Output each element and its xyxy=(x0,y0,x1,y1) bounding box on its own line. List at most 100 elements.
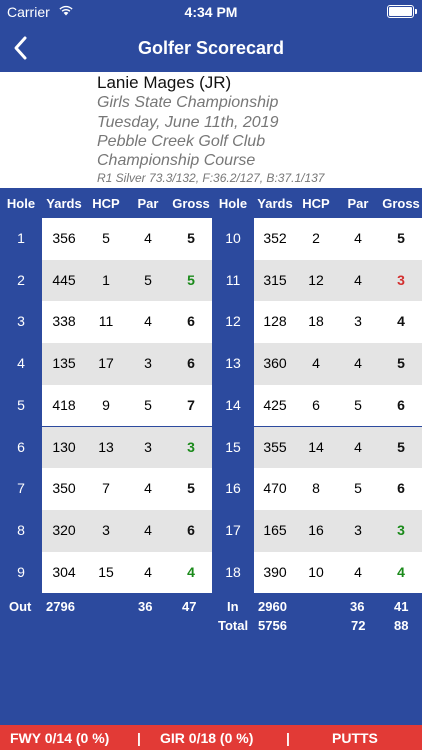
col-header-yards: Yards xyxy=(46,196,82,211)
front-hcp-cell: 13 xyxy=(98,438,114,455)
back-hcp-cell: 2 xyxy=(312,230,320,246)
front-hcp-cell: 17 xyxy=(98,355,114,372)
back-gross-cell: 5 xyxy=(397,438,405,455)
back-hole-cell: 16 xyxy=(225,480,241,497)
in-gross: 41 xyxy=(394,599,409,614)
back-yards-cell: 352 xyxy=(263,230,287,246)
front-hole-cell: 6 xyxy=(17,438,25,455)
front-hole-cell: 7 xyxy=(17,480,25,497)
back-yards-cell: 425 xyxy=(263,396,287,413)
fwy-stat[interactable]: FWY 0/14 (0 %) xyxy=(10,730,109,746)
scorecard-totals: Out 2796 36 47 In 2960 36 41 Total 5756 … xyxy=(0,596,422,640)
front-yards-cell: 338 xyxy=(52,313,76,330)
back-hcp-cell: 4 xyxy=(312,355,320,372)
back-yards-cell: 355 xyxy=(263,438,287,455)
back-par-cell: 4 xyxy=(354,230,362,246)
front-hole-cell: 4 xyxy=(17,355,25,372)
back-gross-cell: 6 xyxy=(397,396,405,413)
front-yards-cell: 135 xyxy=(52,355,76,372)
putts-tab[interactable]: PUTTS xyxy=(332,730,378,746)
back-hcp-cell: 12 xyxy=(308,271,324,288)
front-hcp-cell: 15 xyxy=(98,563,114,580)
back-hcp-cell: 16 xyxy=(308,521,324,538)
front-gross-cell: 5 xyxy=(187,230,195,246)
col-header-yards: Yards xyxy=(257,196,293,211)
front-yards-cell: 320 xyxy=(52,521,76,538)
front-hcp-cell: 1 xyxy=(102,271,110,288)
back-par-cell: 4 xyxy=(354,438,362,455)
golfer-info-panel: Lanie Mages (JR) Girls State Championshi… xyxy=(0,72,422,188)
back-gross-cell: 4 xyxy=(397,563,405,580)
event-date: Tuesday, June 11th, 2019 xyxy=(97,114,279,131)
front-gross-cell: 6 xyxy=(187,355,195,372)
front-gross-cell: 7 xyxy=(187,396,195,413)
front-yards-cell: 445 xyxy=(52,271,76,288)
front-gross-cell: 3 xyxy=(187,438,195,455)
back-hole-cell: 12 xyxy=(225,313,241,330)
back-yards-cell: 315 xyxy=(263,271,287,288)
front-gross-cell: 5 xyxy=(187,480,195,497)
front-par-cell: 4 xyxy=(144,521,152,538)
back-hole-cell: 11 xyxy=(225,271,241,288)
back-par-cell: 5 xyxy=(354,396,362,413)
back-par-cell: 4 xyxy=(354,563,362,580)
stats-bar: FWY 0/14 (0 %) | GIR 0/18 (0 %) | PUTTS xyxy=(0,725,422,750)
nav-bar: Golfer Scorecard xyxy=(0,24,422,72)
col-header-hole: Hole xyxy=(6,196,36,211)
back-hole-cell: 17 xyxy=(225,521,241,538)
front-hole-cell: 5 xyxy=(17,396,25,413)
front-hole-cell: 9 xyxy=(17,563,25,580)
back-yards-cell: 360 xyxy=(263,355,287,372)
in-label: In xyxy=(227,599,239,614)
front-yards-cell: 418 xyxy=(52,396,76,413)
front-gross-cell: 6 xyxy=(187,521,195,538)
back-par-cell: 4 xyxy=(354,271,362,288)
stats-separator: | xyxy=(286,730,290,746)
col-header-hole: Hole xyxy=(218,196,248,211)
front-hole-cell: 1 xyxy=(17,230,25,246)
front-hcp-cell: 7 xyxy=(102,480,110,497)
front-hcp-cell: 3 xyxy=(102,521,110,538)
col-header-par: Par xyxy=(137,196,159,211)
back-hole-cell: 15 xyxy=(225,438,241,455)
in-par: 36 xyxy=(350,599,365,614)
gir-stat[interactable]: GIR 0/18 (0 %) xyxy=(160,730,253,746)
stats-separator: | xyxy=(137,730,141,746)
back-gross-cell: 4 xyxy=(397,313,405,330)
status-time: 4:34 PM xyxy=(184,4,238,20)
front-par-cell: 4 xyxy=(144,563,152,580)
in-yards: 2960 xyxy=(258,599,287,614)
back-gross-cell: 3 xyxy=(397,521,405,538)
front-hole-cell: 8 xyxy=(17,521,25,538)
back-yards-cell: 390 xyxy=(263,563,287,580)
front-hole-cell: 3 xyxy=(17,313,25,330)
back-par-cell: 5 xyxy=(354,480,362,497)
back-hcp-cell: 18 xyxy=(308,313,324,330)
front-par-cell: 3 xyxy=(144,438,152,455)
club-name: Pebble Creek Golf Club xyxy=(97,133,266,150)
back-gross-cell: 3 xyxy=(397,271,405,288)
front-yards-cell: 304 xyxy=(52,563,76,580)
out-yards: 2796 xyxy=(46,599,75,614)
out-label: Out xyxy=(9,599,32,614)
back-gross-cell: 5 xyxy=(397,230,405,246)
back-hole-cell: 10 xyxy=(225,230,241,246)
front-gross-cell: 6 xyxy=(187,313,195,330)
status-bar: Carrier 4:34 PM xyxy=(0,0,422,24)
front-hole-cell: 2 xyxy=(17,271,25,288)
front-yards-cell: 350 xyxy=(52,480,76,497)
scorecard-header: Hole Yards HCP Par Gross Hole Yards HCP … xyxy=(0,188,422,218)
back-hole-cell: 13 xyxy=(225,355,241,372)
front-yards-cell: 356 xyxy=(52,230,76,246)
golfer-name: Lanie Mages (JR) xyxy=(97,73,232,92)
total-par: 72 xyxy=(351,618,366,633)
page-title: Golfer Scorecard xyxy=(137,38,285,58)
back-hcp-cell: 10 xyxy=(308,563,324,580)
event-name: Girls State Championship xyxy=(97,94,279,111)
col-header-par: Par xyxy=(347,196,369,211)
back-hole-cell: 18 xyxy=(225,563,241,580)
back-hcp-cell: 14 xyxy=(308,438,324,455)
front-par-cell: 5 xyxy=(144,396,152,413)
front-gross-cell: 5 xyxy=(187,271,195,288)
back-yards-cell: 470 xyxy=(263,480,287,497)
